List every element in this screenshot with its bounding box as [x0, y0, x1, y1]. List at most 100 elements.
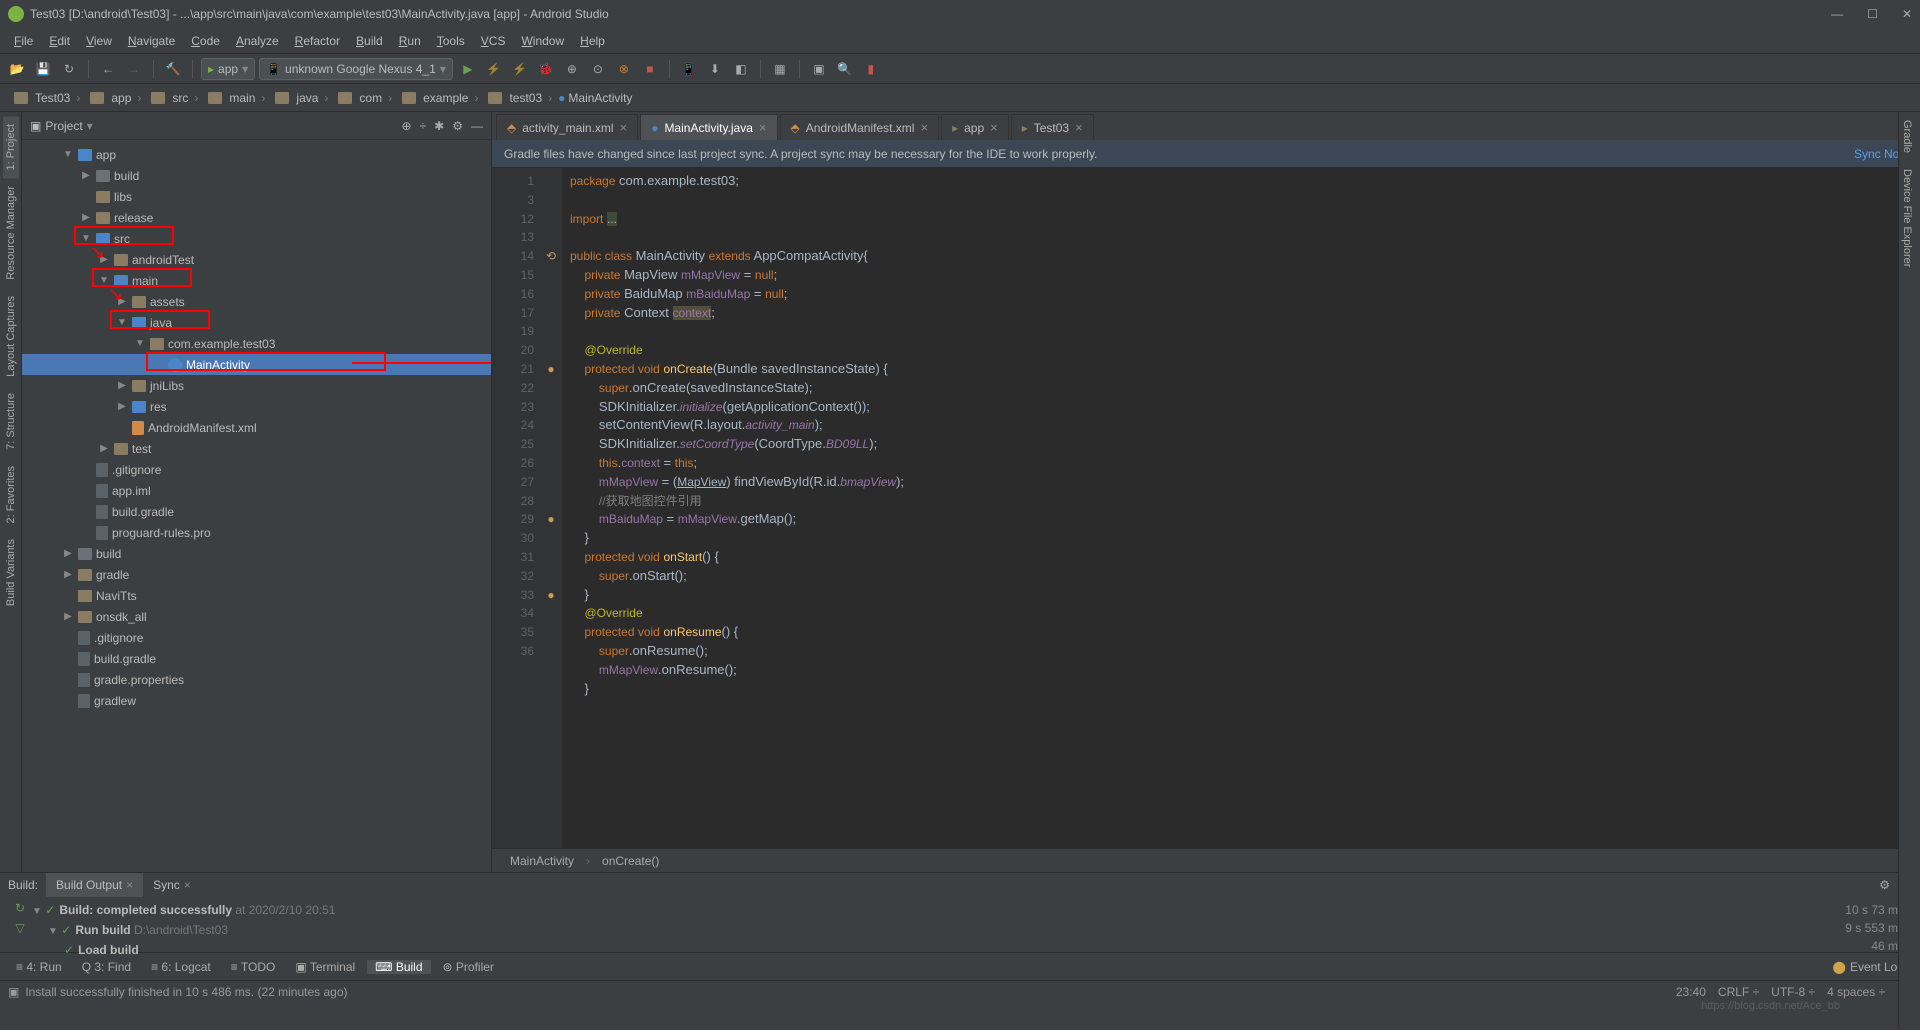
left-tab-build-variants[interactable]: Build Variants	[3, 531, 19, 614]
tree-item-app-iml[interactable]: app.iml	[22, 480, 491, 501]
breadcrumb-com[interactable]: com	[330, 91, 386, 105]
debug-button[interactable]: 🐞	[535, 58, 557, 80]
menu-navigate[interactable]: Navigate	[120, 34, 183, 48]
bottom-tab--4-run[interactable]: ≡ 4: Run	[8, 960, 70, 974]
maximize-button[interactable]: ☐	[1867, 7, 1878, 21]
editor-tab-test03[interactable]: ▸Test03×	[1011, 114, 1094, 140]
bottom-tab--terminal[interactable]: ▣ Terminal	[287, 960, 363, 974]
menu-run[interactable]: Run	[391, 34, 429, 48]
tree-item-gradle[interactable]: ▶gradle	[22, 564, 491, 585]
tree-item-build-gradle[interactable]: build.gradle	[22, 648, 491, 669]
breadcrumb-app[interactable]: app	[82, 91, 135, 105]
coverage-button[interactable]: ⊕	[561, 58, 583, 80]
project-tree[interactable]: ▼app▶buildlibs▶release▼src▶androidTest▼m…	[22, 140, 491, 872]
sync-button[interactable]: ↻	[58, 58, 80, 80]
left-tab-layout-captures[interactable]: Layout Captures	[3, 288, 19, 385]
tree-item-test[interactable]: ▶test	[22, 438, 491, 459]
avd-manager-button[interactable]: 📱	[678, 58, 700, 80]
breadcrumb-test03[interactable]: Test03	[6, 91, 74, 105]
status-item[interactable]: 4 spaces ÷	[1827, 985, 1885, 999]
breadcrumb-main[interactable]: main	[200, 91, 259, 105]
bottom-tab-q-3-find[interactable]: Q 3: Find	[74, 960, 139, 974]
back-button[interactable]: ←	[97, 58, 119, 80]
build-output-tree[interactable]: ▼ ✓Build: completed successfully at 2020…	[32, 901, 1712, 961]
breadcrumb-java[interactable]: java	[267, 91, 322, 105]
tree-item-build[interactable]: ▶build	[22, 165, 491, 186]
code-editor[interactable]: 1312131415161719202122232425262728293031…	[492, 168, 1920, 848]
bottom-tab--build[interactable]: ⌨ Build	[367, 960, 430, 974]
profile-button[interactable]: ⊙	[587, 58, 609, 80]
left-tab-1-project[interactable]: 1: Project	[3, 116, 19, 178]
build-node[interactable]: ✓Load build	[32, 941, 1712, 961]
left-tab-2-favorites[interactable]: 2: Favorites	[3, 458, 19, 531]
build-tab-sync[interactable]: Sync ×	[143, 873, 201, 897]
expand-all-button[interactable]: ÷	[420, 119, 427, 133]
project-view-combo[interactable]: ▣ Project ▾	[30, 119, 93, 133]
menu-help[interactable]: Help	[572, 34, 613, 48]
layout-inspector-button[interactable]: ▦	[769, 58, 791, 80]
build-tab-build-output[interactable]: Build Output ×	[46, 873, 143, 897]
breadcrumb-src[interactable]: src	[143, 91, 192, 105]
select-opened-file-button[interactable]: ⊕	[402, 119, 412, 133]
status-item[interactable]: 23:40	[1676, 985, 1706, 999]
sdk-manager-button[interactable]: ⬇	[704, 58, 726, 80]
breadcrumb-test03[interactable]: test03	[480, 91, 546, 105]
tree-item-java[interactable]: ▼java	[22, 312, 491, 333]
left-tab-resource-manager[interactable]: Resource Manager	[3, 178, 19, 288]
search-everywhere-button[interactable]: 🔍	[834, 58, 856, 80]
build-settings-icon[interactable]: ⚙	[1879, 878, 1890, 892]
editor-crumb[interactable]: MainActivity	[504, 854, 580, 868]
tree-item-res[interactable]: ▶res	[22, 396, 491, 417]
menu-code[interactable]: Code	[183, 34, 228, 48]
menu-vcs[interactable]: VCS	[473, 34, 514, 48]
build-node[interactable]: ▼ ✓Run build D:\android\Test03	[32, 921, 1712, 941]
run-button[interactable]: ▶	[457, 58, 479, 80]
status-item[interactable]: UTF-8 ÷	[1771, 985, 1815, 999]
menu-tools[interactable]: Tools	[429, 34, 473, 48]
close-tab-icon[interactable]: ×	[990, 120, 998, 135]
tree-item-proguard-rules-pro[interactable]: proguard-rules.pro	[22, 522, 491, 543]
forward-button[interactable]: →	[123, 58, 145, 80]
apply-code-button[interactable]: ⚡	[509, 58, 531, 80]
resource-manager-button[interactable]: ◧	[730, 58, 752, 80]
close-tab-icon[interactable]: ×	[1075, 120, 1083, 135]
close-tab-icon[interactable]: ×	[759, 120, 767, 135]
source-code[interactable]: package com.example.test03; import ... p…	[562, 168, 1908, 848]
tree-item-main[interactable]: ▼main	[22, 270, 491, 291]
tree-item-jnilibs[interactable]: ▶jniLibs	[22, 375, 491, 396]
apply-changes-button[interactable]: ⚡	[483, 58, 505, 80]
editor-tab-mainactivity-java[interactable]: ●MainActivity.java×	[640, 114, 777, 140]
bottom-tab--profiler[interactable]: ⊚ Profiler	[435, 960, 502, 974]
left-tab-7-structure[interactable]: 7: Structure	[3, 385, 19, 458]
open-button[interactable]: 📂	[6, 58, 28, 80]
tree-item-gradlew[interactable]: gradlew	[22, 690, 491, 711]
close-tab-icon[interactable]: ×	[620, 120, 628, 135]
stop-button[interactable]: ■	[639, 58, 661, 80]
minimize-button[interactable]: —	[1831, 7, 1843, 21]
tree-item-release[interactable]: ▶release	[22, 207, 491, 228]
editor-tab-activity_main-xml[interactable]: ⬘activity_main.xml×	[496, 114, 638, 140]
tree-item-com-example-test03[interactable]: ▼com.example.test03	[22, 333, 491, 354]
tree-item-libs[interactable]: libs	[22, 186, 491, 207]
menu-file[interactable]: File	[6, 34, 41, 48]
build-node[interactable]: ▼ ✓Build: completed successfully at 2020…	[32, 901, 1712, 921]
filter-icon[interactable]: ▽	[15, 921, 24, 935]
run-config-combo[interactable]: ▸ app ▾	[201, 58, 255, 80]
tree-item--gitignore[interactable]: .gitignore	[22, 627, 491, 648]
tree-item-assets[interactable]: ▶assets	[22, 291, 491, 312]
rerun-icon[interactable]: ↻	[15, 901, 25, 915]
settings-button[interactable]: ⚙	[452, 119, 463, 133]
hide-button[interactable]: —	[471, 119, 483, 133]
tree-item-mainactivity[interactable]: MainActivity	[22, 354, 491, 375]
menu-build[interactable]: Build	[348, 34, 391, 48]
notification-button[interactable]: ▮	[860, 58, 882, 80]
menu-window[interactable]: Window	[513, 34, 572, 48]
attach-debugger-button[interactable]: ⊗	[613, 58, 635, 80]
tree-item-androidmanifest-xml[interactable]: AndroidManifest.xml	[22, 417, 491, 438]
right-tab-gradle[interactable]: Gradle	[1899, 112, 1915, 161]
device-combo[interactable]: 📱 unknown Google Nexus 4_1 ▾	[259, 58, 453, 80]
editor-tab-app[interactable]: ▸app×	[941, 114, 1009, 140]
editor-tab-androidmanifest-xml[interactable]: ⬘AndroidManifest.xml×	[780, 114, 940, 140]
make-button[interactable]: 🔨	[162, 58, 184, 80]
tree-item-build[interactable]: ▶build	[22, 543, 491, 564]
